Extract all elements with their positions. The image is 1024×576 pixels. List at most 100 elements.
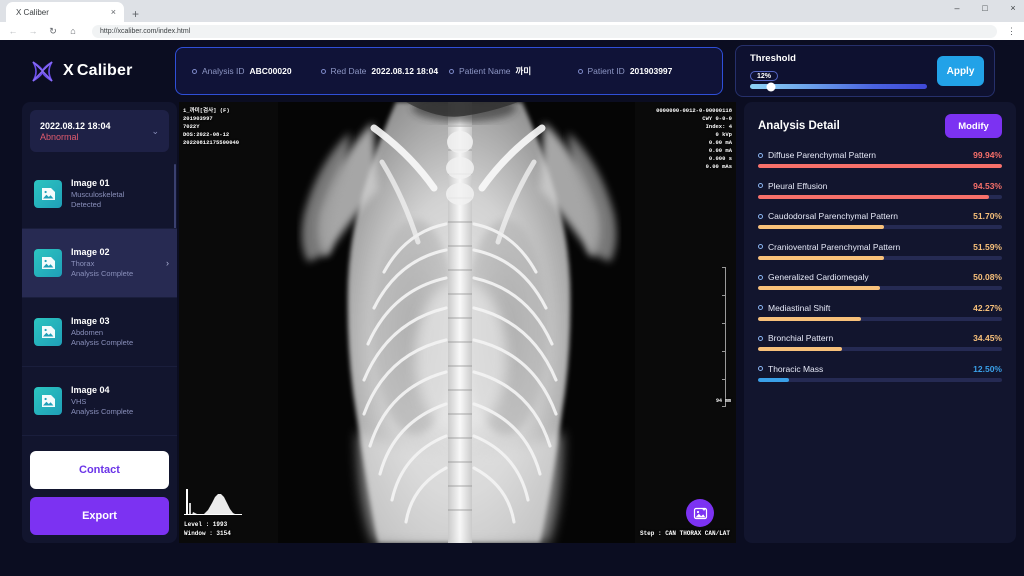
image-list-item-3[interactable]: Image 03 Abdomen Analysis Complete [22,298,177,367]
window-controls: – □ × [950,2,1020,14]
date-selector[interactable]: 2022.08.12 18:04 Abnormal ⌄ [30,110,169,152]
browser-menu-icon[interactable]: ⋮ [1007,26,1016,37]
finding-row: Generalized Cardiomegaly 50.08% [758,272,1002,290]
finding-value: 34.45% [973,333,1002,343]
threshold-slider[interactable] [750,82,927,92]
bullet-icon [449,68,454,74]
finding-progress-fill [758,316,862,321]
dicom-overlay-top-right: 0000000-0012-0-00000118 CWY 0-0-0 Index: 4… [656,107,732,170]
finding-progress-track [758,377,1002,382]
bullet-icon [758,335,763,341]
date-selector-text: 2022.08.12 18:04 Abnormal [40,121,147,142]
bullet-icon [758,183,763,188]
finding-progress-fill [758,347,843,351]
image-item-meta: Image 03 Abdomen Analysis Complete [71,316,169,348]
bullet-icon [758,305,763,310]
image-item-meta: Image 01 Musculoskeletal Detected [71,178,169,210]
minimize-icon[interactable]: – [950,2,964,14]
finding-name: Caudodorsal Parenchymal Pattern [768,211,898,221]
finding-progress-fill [758,255,884,260]
bullet-icon [758,213,763,219]
image-list-item-2[interactable]: Image 02 Thorax Analysis Complete › [22,229,177,298]
image-item-meta: Image 02 Thorax Analysis Complete [71,247,157,279]
logo-text-caliber: Caliber [76,62,133,79]
image-analysis-fab-button[interactable] [686,499,714,527]
threshold-control: Threshold 12% [750,53,927,92]
finding-value: 12.50% [973,363,1002,374]
finding-value: 51.70% [973,211,1002,221]
bullet-icon [758,152,763,158]
forward-icon[interactable]: → [28,26,38,36]
bullet-icon [192,68,197,74]
image-item-subtitle: Musculoskeletal Detected [71,189,125,209]
url-bar[interactable]: http://xcaliber.com/index.html [92,24,997,38]
image-item-title: Image 01 [71,177,110,188]
finding-value: 42.27% [973,302,1002,313]
bullet-icon [320,68,326,74]
modify-button[interactable]: Modify [945,114,1002,138]
finding-progress-fill [758,164,1002,168]
sidebar: 2022.08.12 18:04 Abnormal ⌄ Image 01 Musc… [22,102,177,543]
tab-close-icon[interactable]: × [109,7,118,17]
info-patient-name: Patient Name 까미 [449,65,578,77]
info-red-date: Red Date 2022.08.12 18:04 [320,66,450,76]
bullet-icon [758,366,763,371]
finding-progress-track [758,194,1002,199]
home-icon[interactable]: ⌂ [68,26,78,36]
chevron-right-icon[interactable]: › [166,258,169,268]
finding-progress-track [758,225,1002,229]
finding-row: Pleural Effusion 94.53% [758,181,1002,199]
finding-value: 50.08% [973,272,1002,282]
xray-viewer[interactable]: 1_까미[검사] (F) 201903997 7022Y DOS:2022-08-12… [179,102,736,543]
reload-icon[interactable]: ↻ [48,26,58,37]
contact-button[interactable]: Contact [30,451,169,489]
analysis-detail-title: Analysis Detail [758,120,840,132]
info-value: ABC00020 [249,66,292,76]
step-label: Step : CAN THORAX CAN/LAT [639,530,730,537]
app-header: X Caliber Analysis ID ABC00020 Red Date 2… [0,40,1024,102]
dicom-overlay-top-left: 1_까미[검사] (F) 201903997 7022Y DOS:2022-08-12… [183,107,240,146]
scale-ruler-icon [722,267,726,407]
finding-value: 94.53% [973,180,1002,191]
close-window-icon[interactable]: × [1006,2,1020,14]
xray-image[interactable] [278,102,635,543]
analysis-detail-panel: Analysis Detail Modify Diffuse Parenchym… [744,102,1016,543]
finding-row: Caudodorsal Parenchymal Pattern 51.70% [758,211,1002,229]
finding-name: Mediastinal Shift [768,302,831,313]
tab-strip: X Caliber × + – □ × [0,0,1024,22]
finding-value: 99.94% [973,150,1002,160]
image-item-title: Image 02 [71,246,110,257]
image-item-subtitle: Thorax Analysis Complete [71,258,134,278]
info-value: 2022.08.12 18:04 [371,66,439,76]
bullet-icon [577,68,583,74]
finding-name: Generalized Cardiomegaly [768,272,869,282]
analysis-detail-header: Analysis Detail Modify [758,114,1002,138]
finding-value: 51.59% [973,241,1002,252]
image-analysis-icon [693,507,707,519]
finding-progress-fill [758,194,989,199]
level-label: Level : 1993 [184,521,228,528]
finding-row: Bronchial Pattern 34.45% [758,333,1002,351]
finding-name: Bronchial Pattern [768,333,834,343]
logo-text-x: X [63,62,74,79]
new-tab-icon[interactable]: + [132,8,139,20]
finding-progress-track [758,286,1002,290]
apply-button[interactable]: Apply [937,56,984,86]
image-list-item-1[interactable]: Image 01 Musculoskeletal Detected [22,160,177,229]
back-icon[interactable]: ← [8,26,18,36]
info-label: Red Date [330,66,367,76]
browser-tab[interactable]: X Caliber × [6,2,124,22]
image-list-item-4[interactable]: Image 04 VHS Analysis Complete [22,367,177,436]
info-label: Patient Name [459,66,511,76]
chevron-down-icon[interactable]: ⌄ [151,126,159,137]
export-button[interactable]: Export [30,497,169,535]
maximize-icon[interactable]: □ [978,2,992,14]
tab-title: X Caliber [16,7,49,17]
image-item-meta: Image 04 VHS Analysis Complete [71,385,169,417]
threshold-slider-thumb[interactable] [766,82,776,92]
finding-progress-fill [758,225,885,229]
finding-row: Cranioventral Parenchymal Pattern 51.59% [758,242,1002,260]
finding-name: Pleural Effusion [768,180,828,191]
image-item-subtitle: VHS Analysis Complete [71,396,134,416]
scale-length-label: 94 mm [715,398,731,404]
